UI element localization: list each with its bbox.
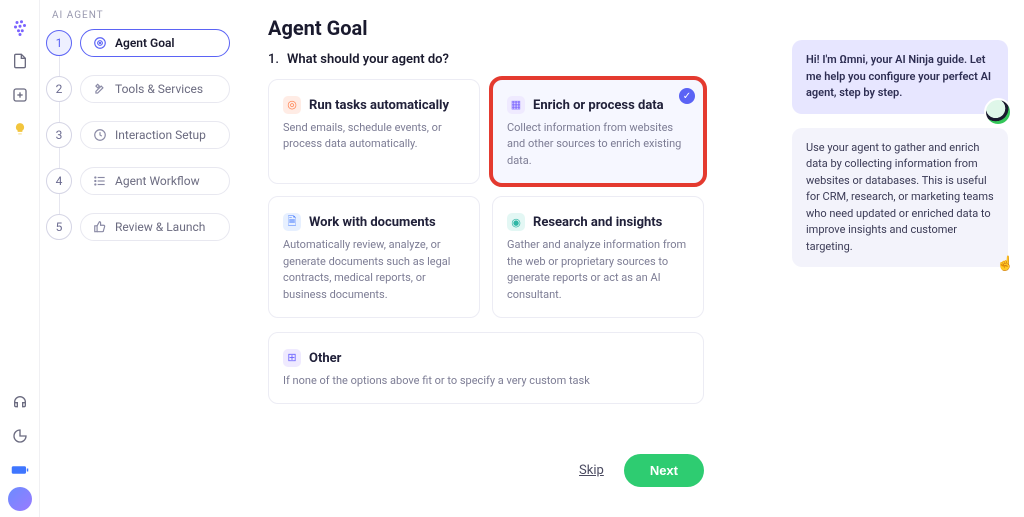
app-rail	[0, 0, 40, 517]
step-number: 1	[46, 30, 72, 56]
document-icon[interactable]	[9, 50, 31, 72]
step-number: 4	[46, 168, 72, 194]
logo-icon[interactable]	[9, 16, 31, 38]
step-label: Agent Workflow	[115, 174, 200, 188]
globe-icon: ◉	[507, 213, 525, 231]
add-box-icon[interactable]	[9, 84, 31, 106]
document-icon: 🗎	[283, 213, 301, 231]
robot-icon: ◎	[283, 96, 301, 114]
selected-check-icon: ✓	[679, 88, 695, 104]
lightbulb-icon[interactable]	[9, 118, 31, 140]
step-number: 3	[46, 122, 72, 148]
target-icon	[93, 36, 107, 50]
brand-label: AI AGENT	[52, 10, 230, 21]
battery-icon[interactable]	[9, 459, 31, 481]
step-interaction-setup[interactable]: 3 Interaction Setup	[46, 121, 230, 149]
step-label: Tools & Services	[115, 82, 203, 96]
next-button[interactable]: Next	[624, 454, 704, 487]
card-title: Research and insights	[533, 215, 662, 230]
step-label: Agent Goal	[115, 36, 175, 50]
step-number: 5	[46, 214, 72, 240]
card-title: Work with documents	[309, 215, 436, 230]
option-work-documents[interactable]: 🗎 Work with documents Automatically revie…	[268, 196, 480, 318]
ninja-avatar-icon	[984, 98, 1012, 126]
list-icon	[93, 174, 107, 188]
card-title: Other	[309, 351, 341, 366]
steps-sidebar: AI AGENT 1 Agent Goal 2 Tools & Services…	[40, 0, 240, 517]
tools-icon	[93, 82, 107, 96]
assistant-info-bubble: Use your agent to gather and enrich data…	[792, 128, 1008, 268]
card-title: Enrich or process data	[533, 98, 664, 113]
headset-icon[interactable]	[9, 391, 31, 413]
step-number: 2	[46, 76, 72, 102]
skip-link[interactable]: Skip	[579, 463, 604, 478]
page-title: Agent Goal	[268, 16, 780, 40]
step-tools-services[interactable]: 2 Tools & Services	[46, 75, 230, 103]
card-description: Gather and analyze information from the …	[507, 237, 689, 303]
step-review-launch[interactable]: 5 Review & Launch	[46, 213, 230, 241]
option-run-tasks[interactable]: ◎ Run tasks automatically Send emails, sc…	[268, 79, 480, 184]
assistant-info-text: Use your agent to gather and enrich data…	[806, 141, 994, 253]
assistant-intro-bubble: Hi! I'm Ωmni, your AI Ninja guide. Let m…	[792, 40, 1008, 114]
assistant-panel: Hi! I'm Ωmni, your AI Ninja guide. Let m…	[792, 0, 1024, 517]
option-research-insights[interactable]: ◉ Research and insights Gather and analyz…	[492, 196, 704, 318]
step-agent-goal[interactable]: 1 Agent Goal	[46, 29, 230, 57]
step-label: Interaction Setup	[115, 128, 206, 142]
option-enrich-data[interactable]: ▦ Enrich or process data Collect informat…	[492, 79, 704, 184]
plus-grid-icon: ⊞	[283, 349, 301, 367]
database-icon: ▦	[507, 96, 525, 114]
clock-icon	[93, 128, 107, 142]
pie-icon[interactable]	[9, 425, 31, 447]
thumbs-up-icon	[93, 220, 107, 234]
steps-list: 1 Agent Goal 2 Tools & Services 3 Intera…	[46, 29, 230, 241]
assistant-intro-text: Hi! I'm Ωmni, your AI Ninja guide. Let m…	[806, 53, 991, 99]
card-description: Automatically review, analyze, or genera…	[283, 237, 465, 303]
card-title: Run tasks automatically	[309, 98, 449, 113]
question-text: What should your agent do?	[287, 52, 449, 67]
card-description: Send emails, schedule events, or process…	[283, 120, 465, 153]
question-heading: 1. What should your agent do?	[268, 52, 780, 67]
option-other[interactable]: ⊞ Other If none of the options above fit …	[268, 332, 704, 404]
card-description: Collect information from websites and ot…	[507, 120, 689, 170]
card-description: If none of the options above fit or to s…	[283, 373, 689, 390]
main-content: Agent Goal 1.What should your agent do? …	[240, 0, 792, 517]
user-avatar[interactable]	[8, 487, 32, 511]
question-number: 1.	[268, 52, 279, 67]
wizard-actions: Skip Next	[268, 454, 704, 487]
step-label: Review & Launch	[115, 220, 205, 234]
step-agent-workflow[interactable]: 4 Agent Workflow	[46, 167, 230, 195]
pointing-hand-icon: ☝	[997, 254, 1014, 275]
